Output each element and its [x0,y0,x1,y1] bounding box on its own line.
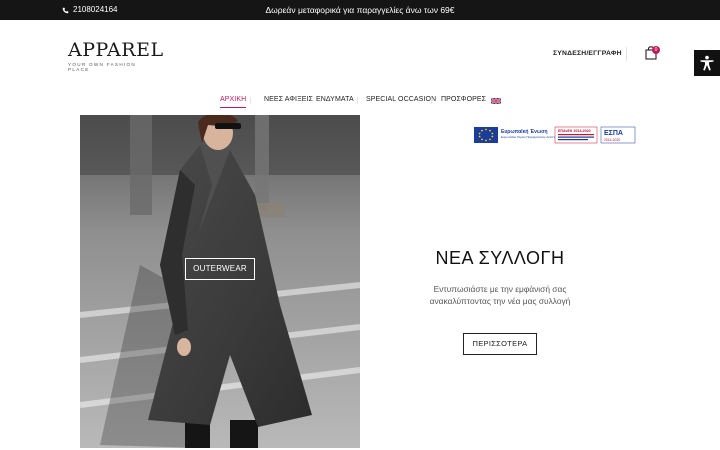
espa-title: ΕΣΠΑ [604,130,623,137]
espa-logos-image: Ευρωπαϊκή Ένωση Ευρωπαϊκό Ταμείο Περιφερ… [473,125,636,145]
outerwear-category-button[interactable]: OUTERWEAR [185,258,255,280]
nav-separator [357,97,358,104]
nav-separator [250,97,251,104]
espa-funding-banner[interactable]: Ευρωπαϊκή Ένωση Ευρωπαϊκό Ταμείο Περιφερ… [473,125,636,145]
nav-item-home[interactable]: ΑΡΧΙΚΗ [220,96,247,108]
shipping-promo: Δωρεάν μεταφορικά για παραγγελίες άνω τω… [265,5,455,15]
hero-image[interactable] [80,115,360,448]
espa-years: 2014-2020 [604,138,620,142]
logo-tagline: YOUR OWN FASHION PLACE [68,62,137,72]
fashion-model-photo [80,115,360,448]
main-navigation: ΑΡΧΙΚΗ ΝΕΕΣ ΑΦΙΞΕΙΣ ΕΝΔΥΜΑΤΑ SPECIAL OCC… [0,96,720,108]
collection-description: Εντυπωσιάστε με την εμφάνισή σας ανακαλύ… [429,284,571,306]
eu-subtitle: Ευρωπαϊκό Ταμείο Περιφερειακής Ανάπτυξης [501,135,561,139]
epanek-label: ΕΠΑνΕΚ 2014-2020 [558,129,591,133]
collection-title: ΝΕΑ ΣΥΛΛΟΓΗ [435,248,565,268]
nav-separator [431,97,432,104]
site-logo[interactable]: APPAREL YOUR OWN FASHION PLACE [68,39,164,73]
nav-item-clothing[interactable]: ΕΝΔΥΜΑΤΑ [316,96,354,103]
cart-count-badge: 0 [652,46,660,54]
accessibility-button[interactable] [694,50,720,76]
new-collection-section: ΝΕΑ ΣΥΛΛΟΓΗ Εντυπωσιάστε με την εμφάνισή… [400,248,600,306]
top-bar: 2108024164 Δωρεάν μεταφορικά για παραγγε… [0,0,720,20]
more-button[interactable]: ΠΕΡΙΣΣΟΤΕΡΑ [463,333,537,355]
login-register-link[interactable]: ΣΥΝΔΕΣΗ/ΕΓΓΡΑΦΗ [553,50,622,57]
nav-item-offers[interactable]: ΠΡΟΣΦΟΡΕΣ [441,96,486,103]
nav-item-new-arrivals[interactable]: ΝΕΕΣ ΑΦΙΞΕΙΣ [264,96,313,103]
nav-item-special-occasion[interactable]: SPECIAL OCCASION [366,96,436,103]
logo-wordmark: APPAREL [68,39,164,61]
accessibility-icon [700,55,714,71]
english-flag-icon[interactable] [491,98,501,104]
header-divider [626,47,627,61]
